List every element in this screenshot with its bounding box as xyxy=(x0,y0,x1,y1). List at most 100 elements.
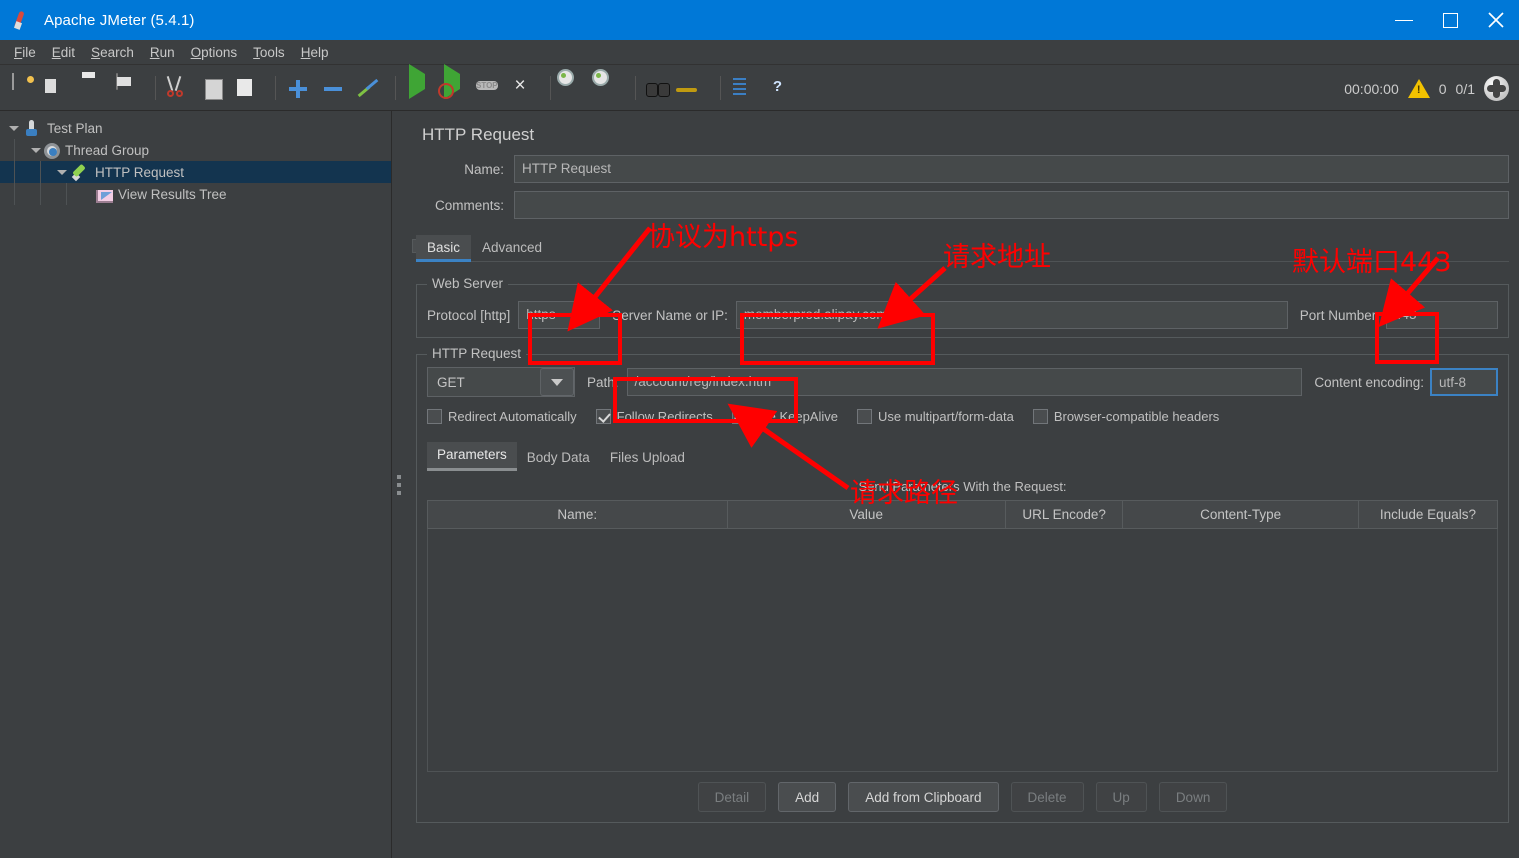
table-header-row: Name: Value URL Encode? Content-Type Inc… xyxy=(427,500,1499,529)
down-button[interactable]: Down xyxy=(1158,782,1228,812)
start-no-pauses-icon[interactable] xyxy=(438,63,467,103)
search-reset-icon[interactable] xyxy=(678,74,707,103)
menu-bar: File Edit Search Run Options Tools Help xyxy=(0,40,1519,65)
menu-help[interactable]: Help xyxy=(293,43,337,62)
test-plan-icon xyxy=(22,118,42,138)
tab-parameters[interactable]: Parameters xyxy=(427,442,517,471)
maximize-icon[interactable] xyxy=(1427,0,1473,40)
search-icon[interactable] xyxy=(643,74,672,103)
checkbox-use-keepalive[interactable]: Use KeepAlive xyxy=(731,409,838,424)
column-header-url-encode[interactable]: URL Encode? xyxy=(1004,500,1124,529)
chevron-down-icon[interactable] xyxy=(28,139,44,161)
save-icon[interactable] xyxy=(113,72,142,103)
tree-node-thread-group[interactable]: Thread Group xyxy=(0,139,391,161)
stop-icon[interactable]: STOP xyxy=(473,74,502,103)
checkbox-use-multipart-form-data[interactable]: Use multipart/form-data xyxy=(857,409,1014,424)
comments-row: Comments: xyxy=(416,191,1509,219)
tree-node-label: Thread Group xyxy=(65,142,150,158)
tab-advanced[interactable]: Advanced xyxy=(471,235,553,261)
menu-file[interactable]: File xyxy=(6,43,44,62)
clear-icon[interactable] xyxy=(558,74,587,103)
page-title: HTTP Request xyxy=(422,125,535,144)
checkbox-box[interactable] xyxy=(427,409,442,424)
menu-help-rest: elp xyxy=(310,44,329,60)
menu-tools[interactable]: Tools xyxy=(245,43,293,62)
tree-node-label: HTTP Request xyxy=(95,164,185,180)
paste-icon[interactable] xyxy=(233,74,262,103)
detail-button[interactable]: Detail xyxy=(697,782,767,812)
jmeter-feather-icon xyxy=(13,10,32,30)
menu-run[interactable]: Run xyxy=(142,43,183,62)
window-controls xyxy=(1381,0,1519,40)
checkbox-box[interactable] xyxy=(1032,409,1048,424)
menu-search[interactable]: Search xyxy=(83,43,142,62)
name-label: Name: xyxy=(464,161,504,177)
tree-node-view-results-tree[interactable]: View Results Tree xyxy=(0,183,391,205)
port-number-field[interactable]: 443 xyxy=(1386,301,1498,329)
elapsed-time: 00:00:00 xyxy=(1344,80,1399,97)
chevron-down-icon[interactable] xyxy=(54,161,70,183)
send-parameters-label: Send Parameters With the Request: xyxy=(858,479,1067,494)
copy-icon[interactable] xyxy=(198,74,227,103)
parameters-table-body[interactable] xyxy=(427,529,1498,772)
checkbox-redirect-automatically[interactable]: Redirect Automatically xyxy=(427,409,577,424)
protocol-field[interactable]: https xyxy=(518,301,601,329)
checkbox-box[interactable] xyxy=(857,409,872,424)
title-bar: Apache JMeter (5.4.1) xyxy=(0,0,1519,40)
tree-node-label: View Results Tree xyxy=(118,186,227,202)
toolbar-separator xyxy=(155,76,156,100)
server-name-field[interactable]: memberprod.alipay.com xyxy=(735,301,1288,329)
checkbox-box[interactable] xyxy=(731,409,747,424)
content-encoding-field[interactable]: utf-8 xyxy=(1430,368,1498,396)
content-encoding-label: Content encoding: xyxy=(1314,374,1424,390)
add-button[interactable]: Add xyxy=(778,782,837,812)
close-icon[interactable] xyxy=(1473,0,1519,40)
name-input[interactable]: HTTP Request xyxy=(514,155,1509,183)
test-plan-tree[interactable]: Test Plan Thread Group HTTP Request View… xyxy=(0,111,392,858)
menu-edit[interactable]: Edit xyxy=(44,43,83,62)
clear-all-icon[interactable] xyxy=(593,74,622,103)
delete-button[interactable]: Delete xyxy=(1010,782,1084,812)
templates-icon[interactable] xyxy=(43,74,72,103)
http-request-panel: HTTP Request Name: HTTP Request Comments… xyxy=(406,111,1519,858)
start-icon[interactable] xyxy=(403,63,432,103)
tab-body-data[interactable]: Body Data xyxy=(517,445,600,471)
expand-all-icon[interactable] xyxy=(283,74,312,103)
shutdown-icon[interactable] xyxy=(508,74,537,103)
cut-icon[interactable] xyxy=(163,74,192,103)
http-request-group: HTTP Request GET Path: /account/reg/inde… xyxy=(416,346,1509,823)
add-from-clipboard-button[interactable]: Add from Clipboard xyxy=(848,782,999,812)
tree-node-http-request[interactable]: HTTP Request xyxy=(0,161,391,183)
path-field[interactable]: /account/reg/index.htm xyxy=(626,368,1303,396)
help-icon[interactable] xyxy=(763,74,792,103)
panel-splitter[interactable] xyxy=(392,111,406,858)
tree-node-label: Test Plan xyxy=(47,120,103,136)
tree-node-test-plan[interactable]: Test Plan xyxy=(0,117,391,139)
checkbox-browser-compatible-headers[interactable]: Browser-compatible headers xyxy=(1032,409,1219,424)
column-header-include-equals[interactable]: Include Equals? xyxy=(1357,500,1499,529)
menu-options[interactable]: Options xyxy=(183,43,246,62)
splitter-handle[interactable] xyxy=(397,473,401,497)
tab-basic[interactable]: Basic xyxy=(416,235,472,262)
toolbar-separator xyxy=(550,76,551,100)
chevron-down-icon[interactable] xyxy=(540,368,574,396)
column-header-value[interactable]: Value xyxy=(726,500,1006,529)
tab-files-upload[interactable]: Files Upload xyxy=(600,445,695,471)
column-header-name[interactable]: Name: xyxy=(427,500,728,529)
collapse-all-icon[interactable] xyxy=(318,74,347,103)
function-helper-icon[interactable] xyxy=(728,74,757,103)
comments-input[interactable] xyxy=(514,191,1509,219)
new-document-icon[interactable] xyxy=(8,72,37,103)
warning-triangle-icon[interactable] xyxy=(1407,79,1430,98)
method-dropdown[interactable]: GET xyxy=(427,367,575,397)
toggle-icon[interactable] xyxy=(353,74,382,103)
column-header-content-type[interactable]: Content-Type xyxy=(1122,500,1359,529)
jmeter-window: Apache JMeter (5.4.1) File Edit Search R… xyxy=(0,0,1519,858)
request-options-checkboxes: Redirect Automatically Follow Redirects … xyxy=(427,409,1498,424)
up-button[interactable]: Up xyxy=(1095,782,1147,812)
chevron-down-icon[interactable] xyxy=(6,117,22,139)
checkbox-follow-redirects[interactable]: Follow Redirects xyxy=(595,409,713,424)
open-icon[interactable] xyxy=(78,74,107,103)
minimize-icon[interactable] xyxy=(1381,0,1427,40)
checkbox-box[interactable] xyxy=(595,409,611,424)
